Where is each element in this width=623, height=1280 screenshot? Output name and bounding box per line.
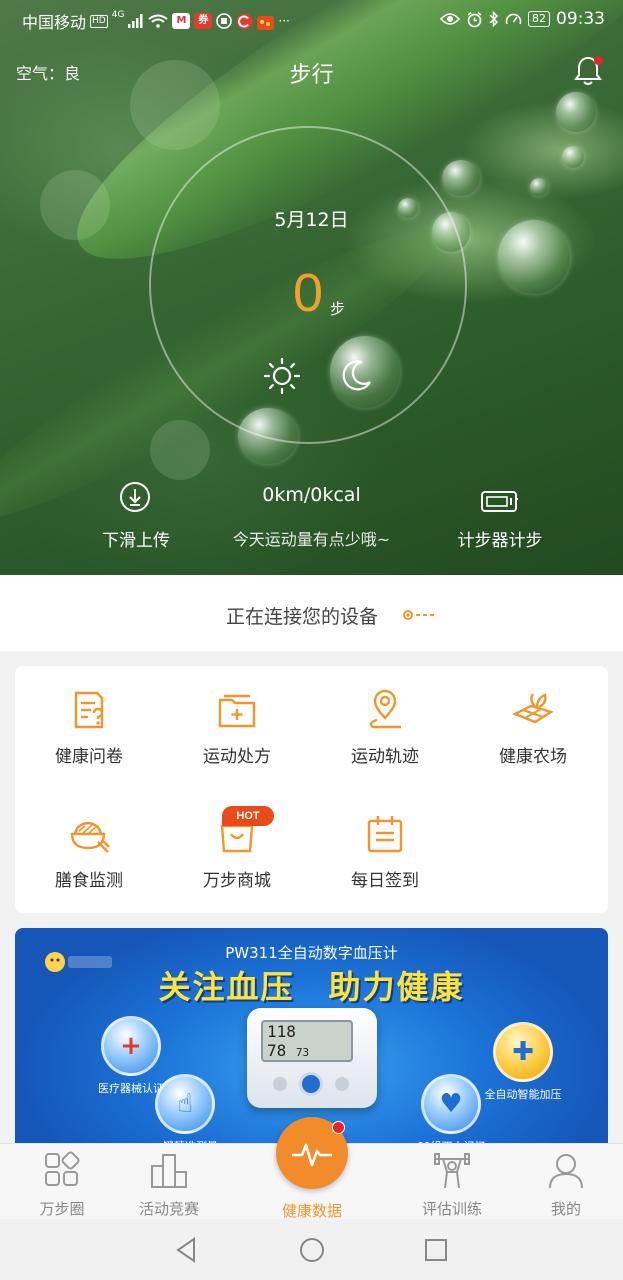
banner-subtitle: PW311全自动数字血压计: [225, 944, 398, 962]
app-icon: 券: [194, 13, 213, 29]
nav-label: 健康数据: [281, 1202, 342, 1220]
bp-systolic: 118: [267, 1022, 296, 1041]
water-drop: [442, 160, 480, 196]
bokeh: [150, 420, 210, 480]
nav-label: 我的: [550, 1200, 581, 1218]
bluetooth-icon: [489, 11, 499, 27]
distance-calories: 0km/0kcal: [262, 484, 361, 506]
bp-diastolic: 78: [267, 1041, 287, 1060]
feature-exercise-track[interactable]: 运动轨迹: [311, 666, 459, 776]
banner-headline: 关注血压 助力健康: [158, 968, 465, 1006]
blood-pressure-monitor-image: 118 78 73: [247, 1008, 377, 1108]
clock: 09:33: [556, 9, 605, 29]
farm-icon: [512, 693, 554, 724]
connect-status: 正在连接您的设备: [226, 606, 379, 628]
feature-grid: 健康问卷 运动处方 运动轨迹 健康农场 膳食监测 万步商城 每日签到: [15, 666, 608, 913]
app-icon: [236, 13, 253, 29]
heartbeat-icon: [292, 1143, 332, 1167]
auto-pressure-icon: ✚: [493, 1022, 553, 1082]
moon-icon[interactable]: [336, 356, 376, 396]
bp-screen: 118 78 73: [261, 1020, 353, 1062]
loading-dots-icon: [403, 610, 434, 620]
nav-label: 评估训练: [421, 1200, 482, 1218]
banner-feature: ☝ 一键精准测量: [125, 1074, 245, 1154]
feature-label: 健康问卷: [55, 747, 123, 767]
wifi-icon: [148, 14, 169, 28]
feature-diet-monitor[interactable]: 膳食监测: [15, 790, 163, 900]
recents-icon[interactable]: [421, 1235, 451, 1265]
banner-feature: ✚ 全自动智能加压: [463, 1022, 583, 1102]
signal-icon: [128, 14, 143, 28]
banner-feature-label: 全自动智能加压: [484, 1088, 562, 1101]
back-icon[interactable]: [171, 1235, 201, 1265]
device-power-button: [299, 1072, 323, 1096]
device-button: [273, 1077, 287, 1091]
nav-training[interactable]: 评估训练: [390, 1144, 514, 1220]
nav-label: 万步圈: [39, 1200, 85, 1218]
calendar-checkin-icon: [367, 816, 403, 853]
nav-profile[interactable]: 我的: [504, 1144, 623, 1220]
app-icon: [216, 13, 233, 29]
food-bowl-icon: [70, 821, 110, 853]
more-notifications: ···: [278, 14, 290, 28]
feature-label: 膳食监测: [55, 871, 123, 891]
nav-label: 活动竞赛: [138, 1200, 199, 1218]
step-count: 0: [293, 263, 324, 323]
community-icon: [45, 1151, 80, 1186]
home-icon[interactable]: [297, 1235, 327, 1265]
nav-competition[interactable]: 活动竞赛: [107, 1144, 231, 1220]
prescription-folder-icon: [218, 694, 256, 728]
notification-dot: [594, 56, 603, 65]
water-drop: [562, 146, 584, 168]
feature-exercise-prescription[interactable]: 运动处方: [163, 666, 311, 776]
profile-icon: [549, 1154, 583, 1189]
water-drop: [556, 92, 596, 132]
competition-icon: [151, 1154, 187, 1188]
status-bar: 中国移动 HD 4G M 券 ··· 82 09:33: [0, 0, 623, 38]
step-unit: 步: [330, 300, 346, 318]
pedometer-label[interactable]: 计步器计步: [446, 526, 554, 551]
battery-icon: 82: [528, 11, 550, 27]
sun-icon[interactable]: [262, 356, 302, 396]
notification-dot: [332, 1121, 345, 1134]
device-connect-bar[interactable]: 正在连接您的设备: [0, 575, 623, 651]
page-title: 步行: [289, 63, 334, 88]
water-drop: [530, 178, 548, 196]
eye-icon: [440, 13, 460, 25]
feature-health-questionnaire[interactable]: 健康问卷: [15, 666, 163, 776]
feature-label: 运动轨迹: [351, 747, 419, 767]
feature-label: 万步商城: [203, 871, 271, 891]
hd-badge: HD: [90, 14, 108, 28]
questionnaire-icon: [74, 691, 104, 729]
training-icon: [434, 1153, 470, 1189]
hot-badge: HOT: [222, 806, 274, 826]
alarm-icon: [467, 11, 482, 27]
feature-daily-checkin[interactable]: 每日签到: [311, 790, 459, 900]
speed-icon: [505, 13, 522, 24]
date-label: 5月12日: [274, 209, 349, 231]
feature-label: 每日签到: [351, 871, 419, 891]
nav-community[interactable]: 万步圈: [0, 1144, 124, 1220]
feature-label: 运动处方: [203, 747, 271, 767]
shield-icon: +: [101, 1016, 161, 1076]
pedometer-icon[interactable]: [481, 489, 519, 513]
feature-label: 健康农场: [499, 747, 567, 767]
bp-pulse: 73: [295, 1046, 310, 1059]
system-nav-bar: [0, 1219, 623, 1280]
network-type: 4G: [111, 10, 125, 20]
gmail-icon: M: [172, 13, 191, 29]
app-icon: [257, 15, 275, 30]
device-button: [335, 1077, 349, 1091]
hand-tap-icon: ☝: [155, 1074, 215, 1134]
location-track-icon: [369, 689, 401, 729]
feature-health-farm[interactable]: 健康农场: [459, 666, 607, 776]
carrier-label: 中国移动: [22, 13, 87, 32]
